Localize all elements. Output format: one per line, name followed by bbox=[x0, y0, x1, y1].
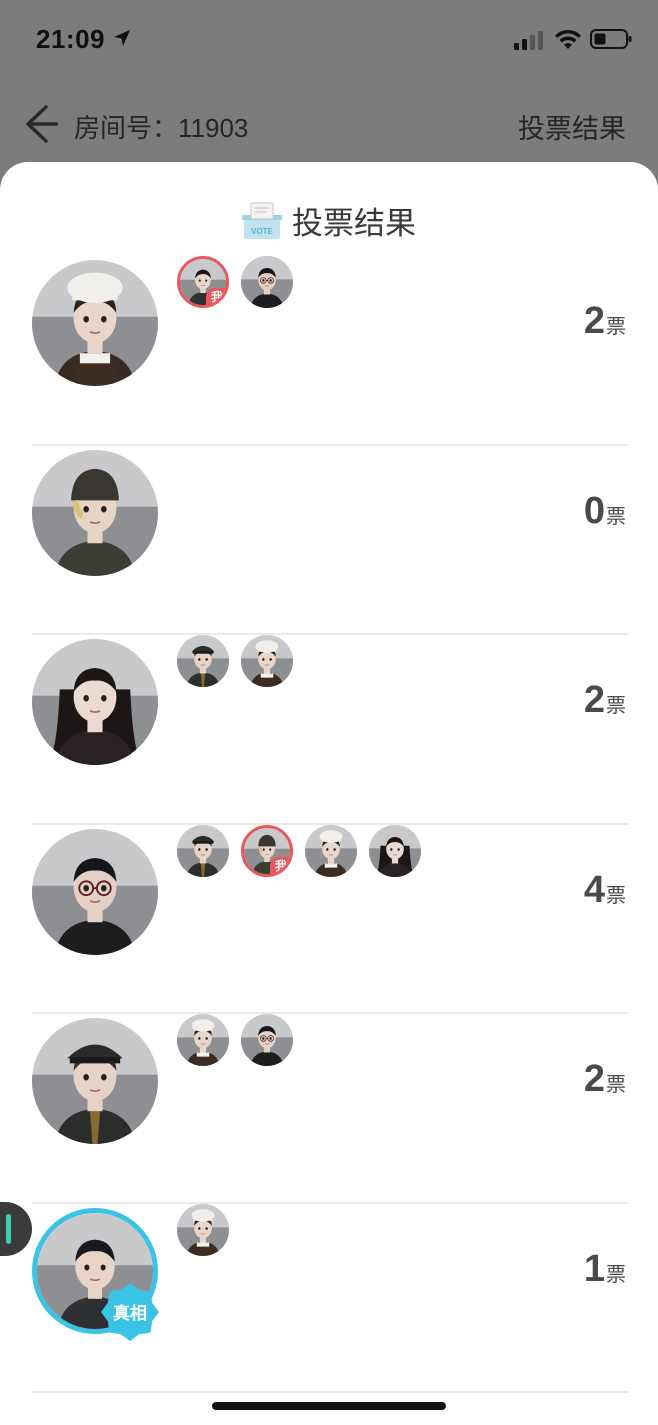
player-row: 我 4票 bbox=[32, 824, 628, 1014]
vote-unit: 票 bbox=[606, 1074, 626, 1096]
sheet-title-text: 投票结果 bbox=[292, 206, 416, 241]
voter-avatar[interactable] bbox=[241, 1014, 293, 1066]
me-tag: 我 bbox=[206, 288, 226, 305]
voter-avatar[interactable] bbox=[369, 824, 421, 877]
vote-count: 2票 bbox=[584, 300, 626, 343]
vote-count: 2票 bbox=[584, 1058, 626, 1101]
player-list: 我 2票 0票 2票我 4票 2票 真相 1票 bbox=[32, 256, 628, 1393]
player-avatar[interactable] bbox=[32, 1018, 158, 1144]
player-avatar[interactable] bbox=[32, 828, 158, 955]
sheet-title: VOTE 投票结果 bbox=[0, 198, 658, 243]
voter-list bbox=[177, 1014, 305, 1068]
player-avatar[interactable] bbox=[32, 260, 158, 386]
vote-unit: 票 bbox=[606, 505, 626, 528]
vote-count: 0票 bbox=[584, 490, 626, 533]
truth-tag-text: 真相 bbox=[113, 1303, 147, 1324]
vote-count-number: 4 bbox=[583, 868, 605, 911]
vote-count-number: 1 bbox=[583, 1247, 605, 1290]
vote-count: 1票 bbox=[584, 1248, 626, 1291]
location-arrow-icon bbox=[114, 30, 130, 46]
voter-avatar[interactable] bbox=[177, 824, 229, 877]
voter-avatar[interactable] bbox=[241, 635, 293, 687]
battery-icon bbox=[590, 29, 632, 49]
nav-bar: 房间号：11903 投票结果 bbox=[0, 90, 658, 160]
voter-avatar[interactable] bbox=[305, 824, 357, 877]
nav-title: 投票结果 bbox=[518, 114, 626, 144]
voter-list bbox=[177, 1203, 241, 1258]
voter-list bbox=[177, 635, 305, 689]
player-avatar[interactable] bbox=[32, 449, 158, 576]
room-number-label: 房间号：11903 bbox=[74, 113, 249, 143]
vote-results-sheet: VOTE 投票结果 我 2票 0票 2票我 4票 2票 真相 1票 bbox=[0, 162, 658, 1425]
voter-avatar[interactable] bbox=[177, 1203, 229, 1256]
vote-count-number: 2 bbox=[583, 679, 605, 721]
voter-avatar-me[interactable]: 我 bbox=[241, 824, 293, 877]
handle-bar bbox=[6, 1214, 11, 1244]
player-row: 我 2票 bbox=[32, 256, 628, 446]
vote-unit: 票 bbox=[606, 884, 626, 907]
signal-icon bbox=[514, 31, 543, 50]
vote-unit: 票 bbox=[606, 1263, 626, 1286]
vote-count: 4票 bbox=[584, 869, 626, 912]
voter-list: 我 bbox=[177, 824, 433, 879]
voter-avatar[interactable] bbox=[177, 635, 229, 687]
vote-count-number: 0 bbox=[583, 489, 605, 532]
me-tag: 我 bbox=[270, 856, 290, 874]
vote-count-number: 2 bbox=[583, 300, 605, 342]
status-time: 21:09 bbox=[36, 24, 105, 54]
vote-box-icon: VOTE bbox=[242, 202, 282, 239]
vote-unit: 票 bbox=[606, 695, 626, 717]
vote-count-number: 2 bbox=[583, 1058, 605, 1100]
vote-unit: 票 bbox=[606, 316, 626, 338]
back-arrow-icon[interactable] bbox=[24, 104, 58, 144]
truth-badge: 真相 bbox=[101, 1282, 159, 1341]
player-avatar[interactable] bbox=[32, 639, 158, 765]
voter-list: 我 bbox=[177, 256, 305, 310]
home-indicator bbox=[212, 1402, 446, 1410]
player-row: 2票 bbox=[32, 1014, 628, 1204]
voter-avatar-me[interactable]: 我 bbox=[177, 256, 229, 308]
voter-avatar[interactable] bbox=[241, 256, 293, 308]
status-bar: 21:09 bbox=[0, 0, 658, 80]
svg-text:VOTE: VOTE bbox=[251, 227, 273, 236]
wifi-icon bbox=[555, 29, 581, 49]
player-row: 真相 1票 bbox=[32, 1203, 628, 1393]
player-row: 2票 bbox=[32, 635, 628, 825]
vote-count: 2票 bbox=[584, 679, 626, 722]
voter-avatar[interactable] bbox=[177, 1014, 229, 1066]
player-row: 0票 bbox=[32, 446, 628, 635]
